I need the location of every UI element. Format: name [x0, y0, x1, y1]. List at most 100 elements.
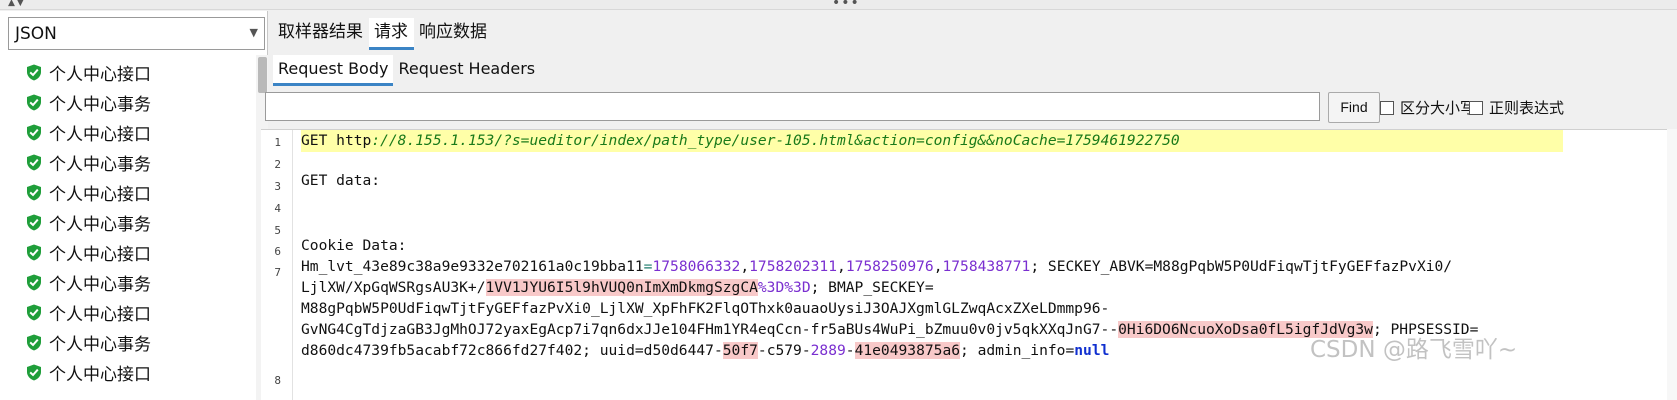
code-line-7d: GvNG4CgTdjzaGB3JgMhOJ72yaxEgAcp7i7qn6dxJ…: [301, 319, 1478, 340]
tree-item-label: 个人中心接口: [49, 124, 151, 145]
success-shield-icon: [27, 214, 41, 230]
success-shield-icon: [27, 124, 41, 140]
cookie-text: ,: [837, 258, 846, 275]
cookie-text: ,: [740, 258, 750, 275]
cookie-text: d860dc4739fb5acabf72c866fd27f402; uuid=d…: [301, 342, 723, 359]
tab-sampler-result[interactable]: 取样器结果: [273, 18, 369, 50]
cookie-number: %3D%3D: [757, 279, 811, 296]
code-line-7a: Hm_lvt_43e89c38a9e9332e702161a0c19bba11=…: [301, 256, 1452, 277]
code-line-7b: LjlXW/XpGqWSRgsAU3K+/1VV1JYU6I5l9hVUQ0nI…: [301, 277, 934, 298]
sampler-results-tree: 个人中心接口 个人中心事务 个人中心接口 个人中心事务 个人中心接口 个人中心事务 个人中心…: [0, 55, 255, 400]
code-line-7c: M88gPqbW5P0UdFiqwTjtFyGEFfazPvXi0_LjlXW_…: [301, 300, 1110, 317]
case-sensitive-label: 区分大小写: [1400, 99, 1476, 117]
cookie-text: -: [845, 342, 855, 359]
success-shield-icon: [27, 94, 41, 110]
tab-request[interactable]: 请求: [369, 18, 414, 50]
tree-item-label: 个人中心事务: [49, 214, 151, 235]
tree-item[interactable]: 个人中心事务: [26, 148, 151, 176]
tree-item-label: 个人中心事务: [49, 94, 151, 115]
renderer-select[interactable]: JSON ▼: [8, 17, 265, 50]
cookie-number: 1758202311: [749, 258, 838, 275]
find-button[interactable]: Find: [1328, 92, 1380, 123]
regex-checkbox[interactable]: 正则表达式: [1469, 97, 1564, 118]
tree-item-label: 个人中心接口: [49, 244, 151, 265]
line-number: 2: [274, 158, 281, 171]
tree-item-label: 个人中心事务: [49, 274, 151, 295]
http-method: GET: [301, 132, 337, 149]
line-number: 8: [274, 374, 281, 387]
tree-item-label: 个人中心接口: [49, 64, 151, 85]
cookie-number: 1758250976: [845, 258, 934, 275]
success-shield-icon: [27, 184, 41, 200]
line-number: 6: [274, 245, 281, 258]
cookie-highlight: 50f7: [722, 342, 758, 359]
request-subtabs: Request Body Request Headers: [273, 55, 540, 86]
tree-item[interactable]: 个人中心事务: [26, 328, 151, 356]
editor-scrollbar[interactable]: [1667, 129, 1677, 400]
renderer-select-value: JSON: [15, 24, 57, 44]
case-sensitive-checkbox[interactable]: 区分大小写: [1380, 97, 1475, 118]
code-line-1: GET http://8.155.1.153/?s=ueditor/index/…: [301, 130, 1180, 151]
tree-item-label: 个人中心接口: [49, 184, 151, 205]
request-url: ://8.155.1.153/?s=ueditor/index/path_typ…: [371, 132, 1180, 149]
cookie-text: Hm_lvt_43e89c38a9e9332e702161a0c19bba11: [301, 258, 644, 275]
null-keyword: null: [1074, 342, 1110, 359]
line-number: 3: [274, 180, 281, 193]
detail-tabs: 取样器结果 请求 响应数据: [273, 18, 493, 50]
cookie-text: ; BMAP_SECKEY=: [810, 279, 934, 296]
cookie-text: ; SECKEY_ABVK=M88gPqbW5P0UdFiqwTjtFyGEFf…: [1030, 258, 1453, 275]
search-input[interactable]: [265, 92, 1320, 121]
success-shield-icon: [27, 274, 41, 290]
collapse-arrows-icon[interactable]: ▲▼: [8, 0, 26, 8]
top-splitter[interactable]: ▲▼ •••: [0, 0, 1677, 11]
line-number: 5: [274, 224, 281, 237]
code-line-6: Cookie Data:: [301, 237, 407, 254]
cookie-number: 2889: [810, 342, 846, 359]
code-line-7e: d860dc4739fb5acabf72c866fd27f402; uuid=d…: [301, 340, 1109, 361]
tree-item[interactable]: 个人中心事务: [26, 208, 151, 236]
url-scheme: http: [336, 132, 372, 149]
success-shield-icon: [27, 244, 41, 260]
tree-item-label: 个人中心接口: [49, 304, 151, 325]
line-number: 4: [274, 202, 281, 215]
cookie-highlight: 41e0493875a6: [854, 342, 961, 359]
success-shield-icon: [27, 64, 41, 80]
tree-item-label: 个人中心事务: [49, 334, 151, 355]
csdn-watermark: CSDN @路飞雪吖~: [1310, 337, 1518, 363]
code-line-3: GET data:: [301, 172, 381, 189]
cookie-text: GvNG4CgTdjzaGB3JgMhOJ72yaxEgAcp7i7qn6dxJ…: [301, 321, 1119, 338]
tree-item[interactable]: 个人中心接口: [26, 238, 151, 266]
chevron-down-icon[interactable]: ▼: [250, 26, 258, 39]
cookie-highlight: 1VV1JYU6I5l9hVUQ0nImXmDkmgSzgCA: [485, 279, 758, 296]
checkbox-box[interactable]: [1380, 100, 1394, 115]
tree-item[interactable]: 个人中心事务: [26, 88, 151, 116]
checkbox-box[interactable]: [1469, 100, 1483, 115]
results-tree-pane: JSON ▼ 个人中心接口 个人中心事务 个人中心接口 个人中心事务 个人中心接口 个人中…: [0, 11, 268, 400]
line-number: 1: [274, 136, 281, 149]
tree-item[interactable]: 个人中心接口: [26, 118, 151, 146]
tree-item[interactable]: 个人中心接口: [26, 58, 151, 86]
success-shield-icon: [27, 334, 41, 350]
cookie-text: LjlXW/XpGqWSRgsAU3K+/: [301, 279, 486, 296]
tree-item-label: 个人中心事务: [49, 154, 151, 175]
cookie-number: 1758438771: [942, 258, 1031, 275]
tab-response-data[interactable]: 响应数据: [414, 18, 493, 50]
line-number: 7: [274, 266, 281, 279]
success-shield-icon: [27, 364, 41, 380]
tab-request-headers[interactable]: Request Headers: [393, 55, 540, 86]
cookie-text: -c579-: [757, 342, 811, 359]
tree-scrollbar-thumb[interactable]: [258, 57, 267, 93]
tree-item[interactable]: 个人中心接口: [26, 298, 151, 326]
regex-label: 正则表达式: [1489, 99, 1565, 117]
tree-item[interactable]: 个人中心接口: [26, 358, 151, 386]
success-shield-icon: [27, 154, 41, 170]
cookie-number: 1758066332: [652, 258, 741, 275]
success-shield-icon: [27, 304, 41, 320]
tree-item[interactable]: 个人中心接口: [26, 178, 151, 206]
line-number-gutter: 1 2 3 4 5 6 7 8: [261, 130, 293, 400]
splitter-grip-icon[interactable]: •••: [832, 0, 860, 11]
cookie-text: ; admin_info=: [960, 342, 1075, 359]
tab-request-body[interactable]: Request Body: [273, 55, 394, 86]
tree-item[interactable]: 个人中心事务: [26, 268, 151, 296]
tree-item-label: 个人中心接口: [49, 364, 151, 385]
